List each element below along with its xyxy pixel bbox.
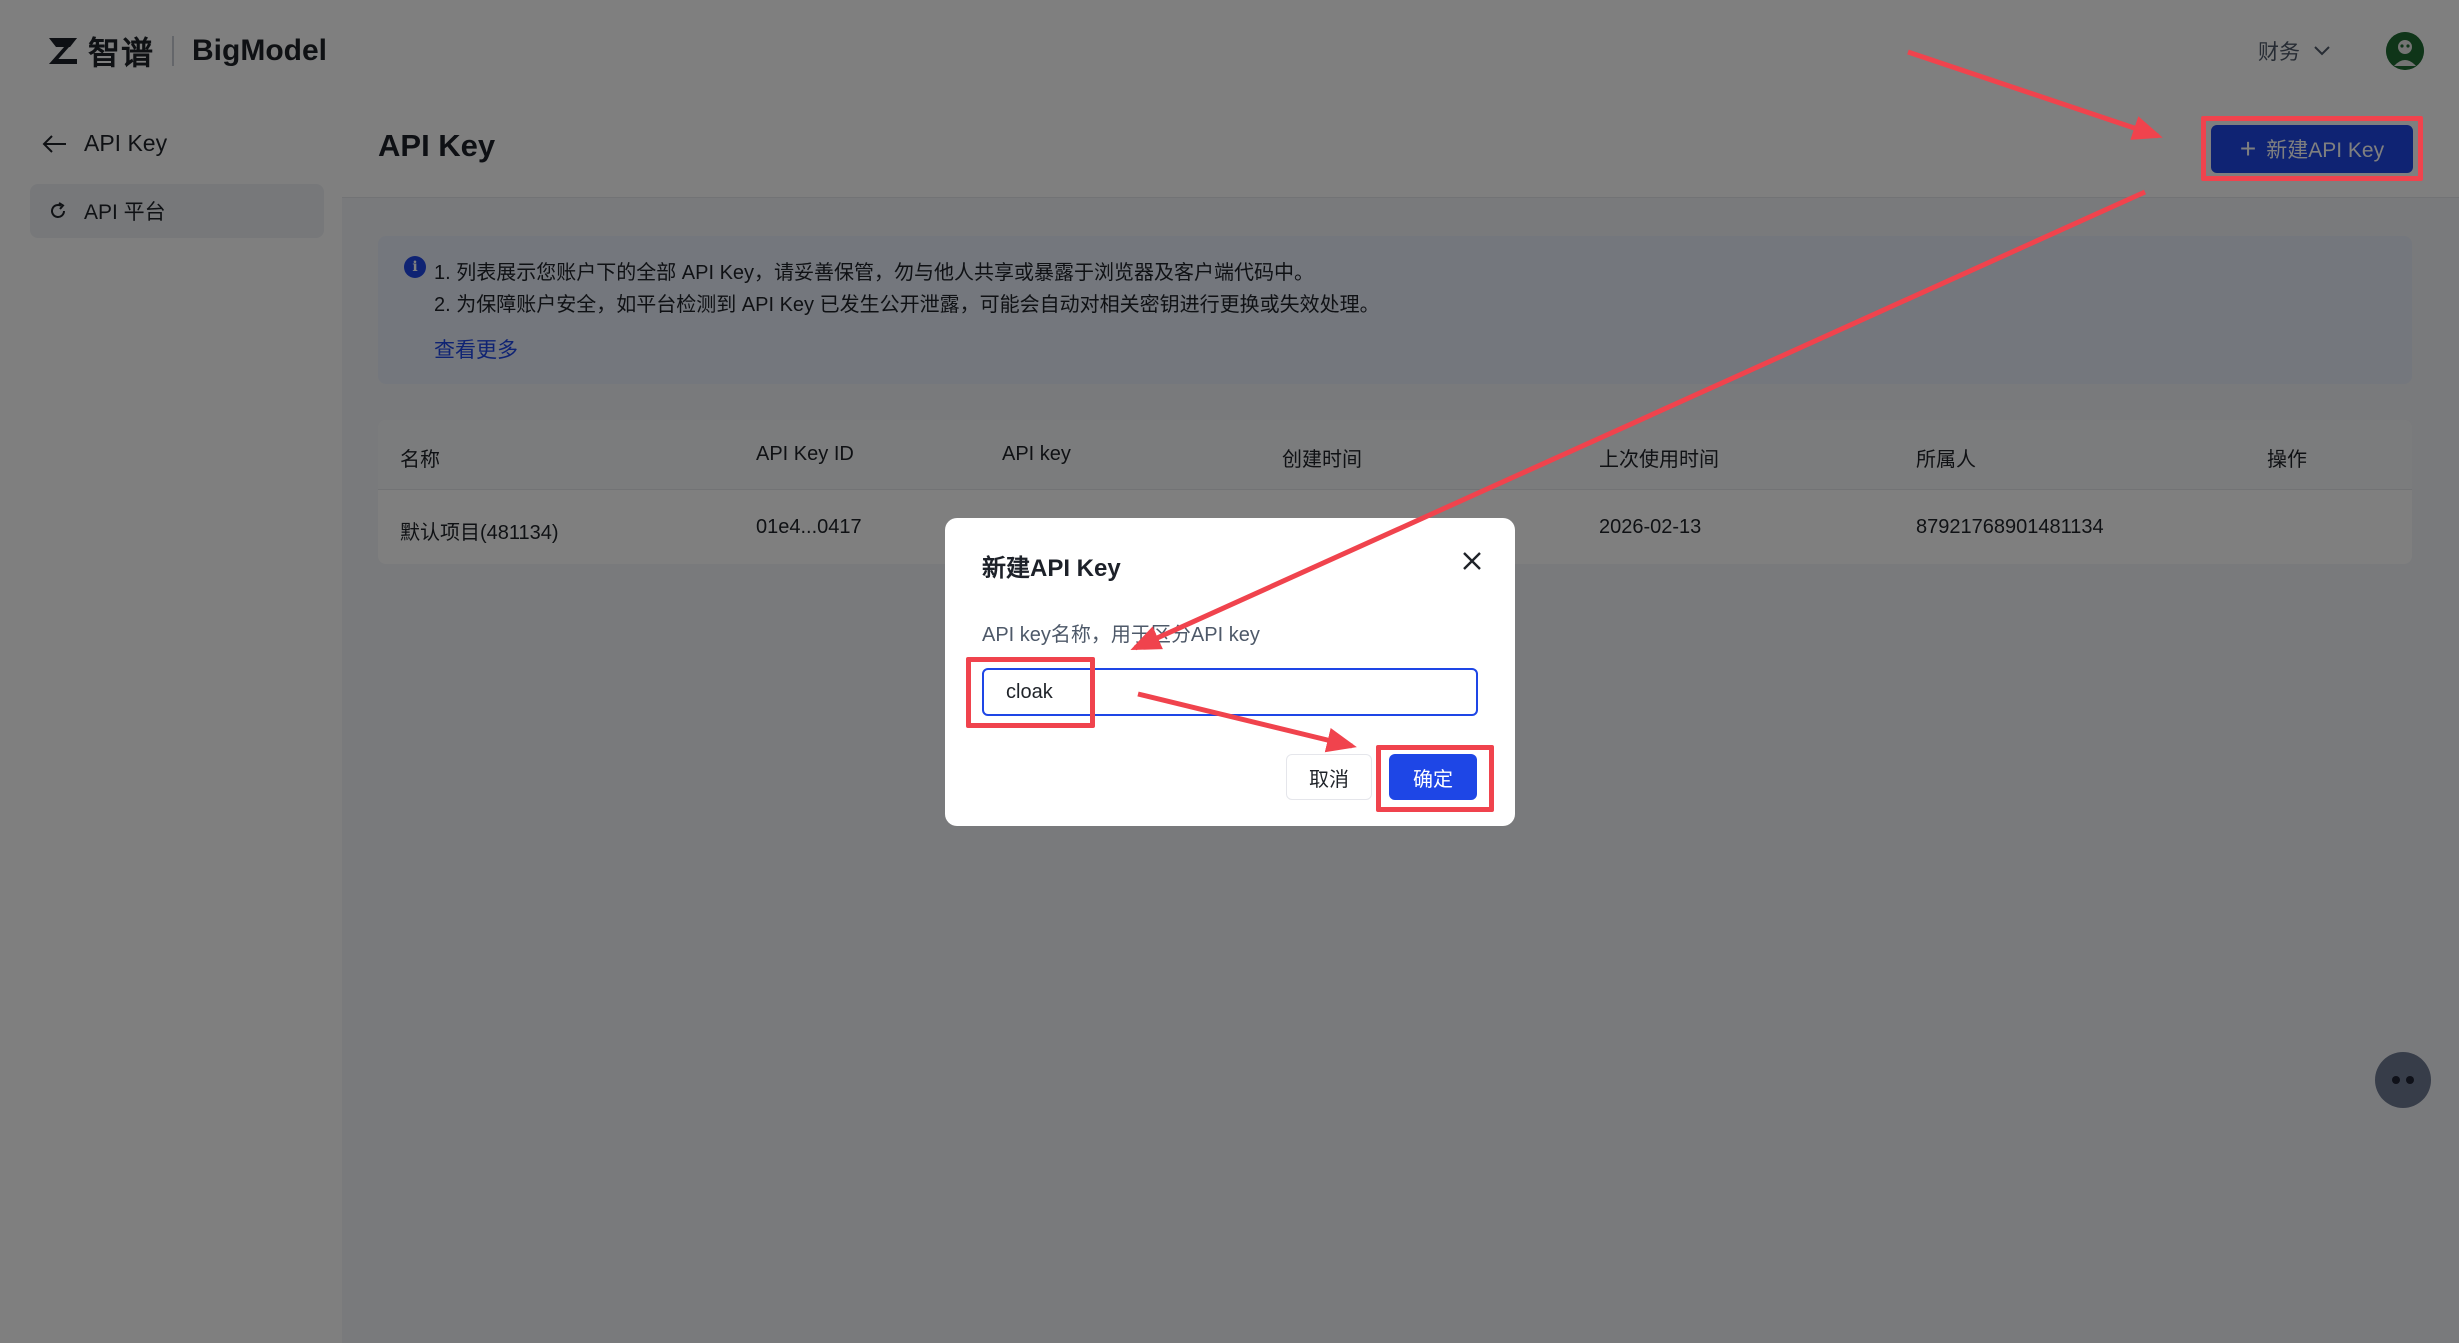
annotation-arrow-to-input [1130, 189, 2147, 651]
annotation-arrow-to-new-button [1907, 49, 2163, 140]
annotation-arrows [1130, 49, 2163, 753]
annotation-arrow-to-confirm [1137, 691, 1357, 753]
